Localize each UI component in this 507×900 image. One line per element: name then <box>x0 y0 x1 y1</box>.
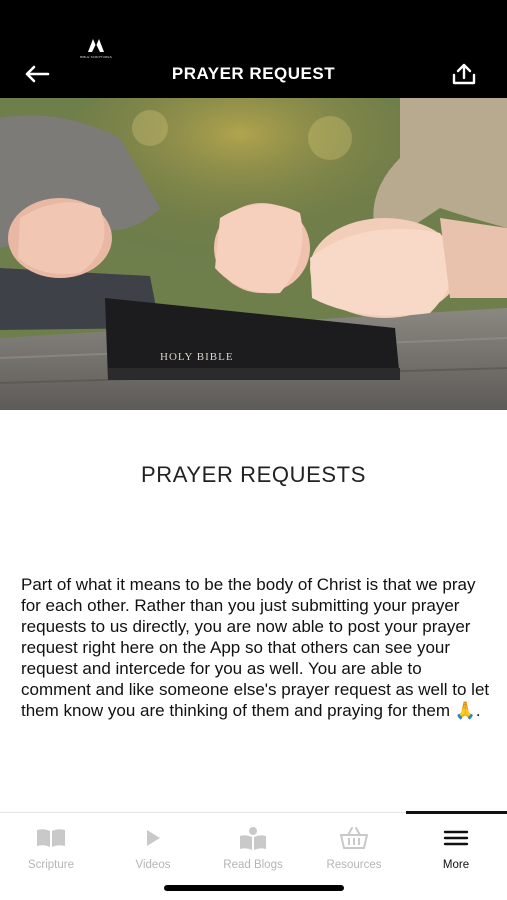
tab-label-resources: Resources <box>326 859 382 871</box>
tab-videos[interactable]: Videos <box>103 813 203 885</box>
menu-icon <box>443 830 469 846</box>
basket-icon <box>340 827 368 849</box>
hero-image: HOLY BIBLE <box>0 98 507 410</box>
share-icon <box>452 63 476 85</box>
tab-label-videos: Videos <box>135 859 171 871</box>
tab-more[interactable]: More <box>406 813 506 885</box>
tab-resources[interactable]: Resources <box>304 813 404 885</box>
logo-icon <box>88 39 104 52</box>
logo-text: BIBLE SCRIPTURES <box>80 55 112 59</box>
tab-read-blogs[interactable]: Read Blogs <box>203 813 303 885</box>
praying-hands-illustration: HOLY BIBLE <box>0 98 507 410</box>
share-button[interactable] <box>446 58 482 90</box>
tab-label-read-blogs: Read Blogs <box>223 859 283 871</box>
play-icon <box>147 830 160 846</box>
tab-scripture[interactable]: Scripture <box>1 813 101 885</box>
page-title: PRAYER REQUEST <box>171 64 336 83</box>
top-header: BIBLE SCRIPTURES PRAYER REQUEST <box>0 0 507 98</box>
tab-label-more: More <box>442 859 470 871</box>
description-text: Part of what it means to be the body of … <box>21 575 490 720</box>
back-button[interactable] <box>20 60 54 88</box>
app-logo: BIBLE SCRIPTURES <box>72 36 120 62</box>
arrow-left-icon <box>25 65 50 83</box>
section-title: PRAYER REQUESTS <box>141 462 366 487</box>
reader-icon <box>240 827 266 850</box>
home-indicator <box>164 885 344 891</box>
bible-label: HOLY BIBLE <box>160 351 234 363</box>
book-icon <box>37 829 65 847</box>
tab-label-scripture: Scripture <box>27 859 75 871</box>
